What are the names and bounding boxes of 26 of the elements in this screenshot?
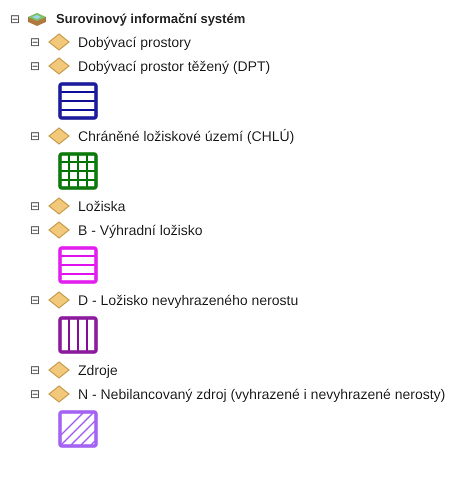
collapse-toggle[interactable]: ⊟ — [30, 36, 40, 48]
layer-group-icon — [48, 127, 70, 145]
collapse-toggle[interactable]: ⊟ — [30, 200, 40, 212]
layer-group-icon — [48, 197, 70, 215]
layer-group-icon — [48, 385, 70, 403]
layer-group-icon — [48, 221, 70, 239]
collapse-toggle[interactable]: ⊟ — [30, 294, 40, 306]
collapse-toggle[interactable]: ⊟ — [30, 364, 40, 376]
collapse-toggle[interactable]: ⊟ — [30, 60, 40, 72]
layer-label[interactable]: D - Ložisko nevyhrazeného nerostu — [78, 288, 298, 312]
layer-label[interactable]: Dobývací prostor těžený (DPT) — [78, 54, 270, 78]
layer-group-icon — [48, 33, 70, 51]
layer-group-icon — [48, 291, 70, 309]
collapse-toggle[interactable]: ⊟ — [10, 13, 20, 25]
root-layer-label[interactable]: Surovinový informační systém — [56, 9, 246, 29]
layer-label[interactable]: N - Nebilancovaný zdroj (vyhrazené i nevyhrazené nerosty) — [78, 382, 446, 406]
collapse-toggle[interactable]: ⊟ — [30, 224, 40, 236]
layer-group-icon — [48, 57, 70, 75]
layer-label[interactable]: Ložiska — [78, 194, 126, 218]
collapse-toggle[interactable]: ⊟ — [30, 388, 40, 400]
layer-label[interactable]: Zdroje — [78, 358, 118, 382]
layer-label[interactable]: Chráněné ložiskové území (CHLÚ) — [78, 124, 294, 148]
layer-label[interactable]: Dobývací prostory — [78, 30, 191, 54]
layer-group-icon — [48, 361, 70, 379]
layer-label[interactable]: B - Výhradní ložisko — [78, 218, 202, 242]
collapse-toggle[interactable]: ⊟ — [30, 130, 40, 142]
